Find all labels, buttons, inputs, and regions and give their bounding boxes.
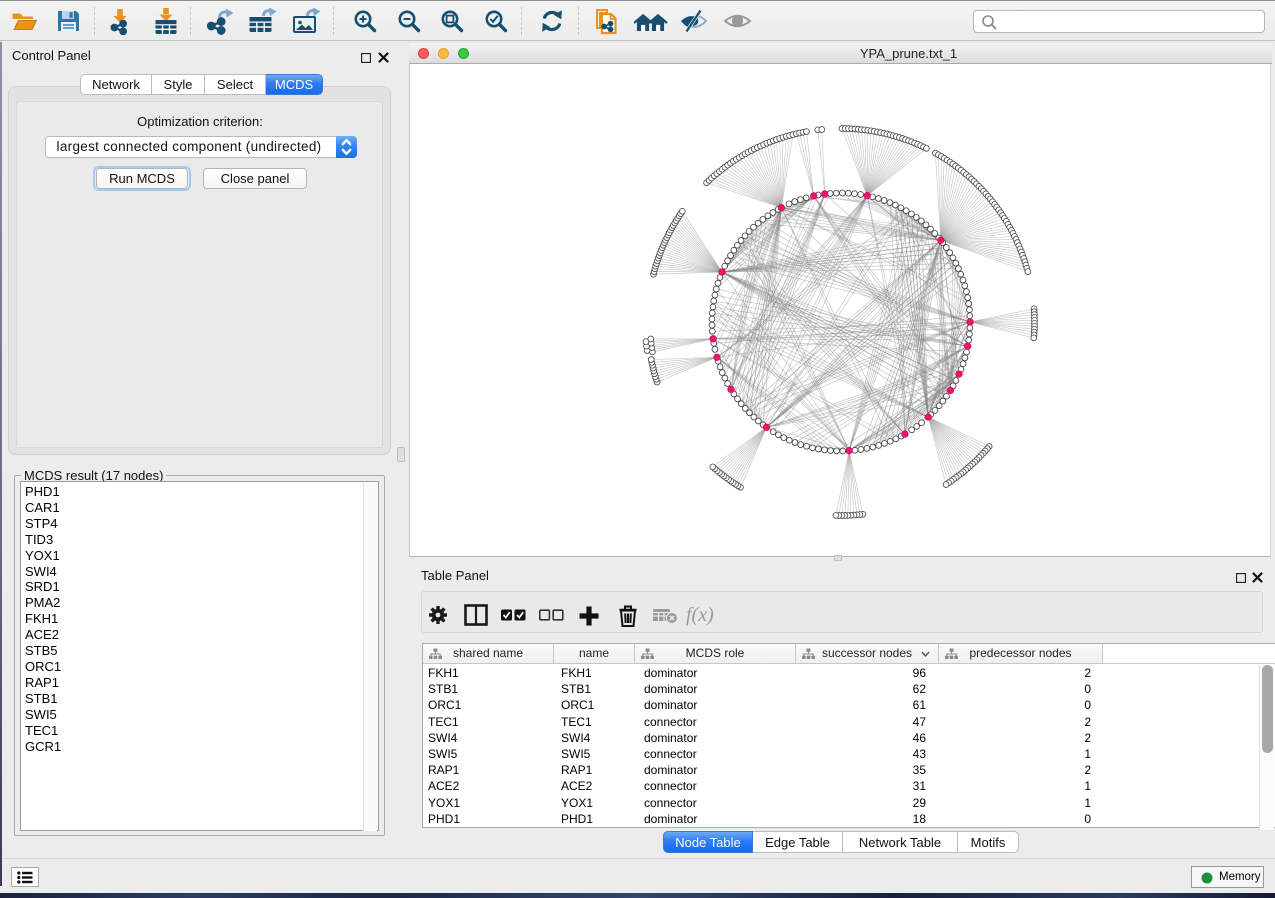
svg-text:f(x): f(x) bbox=[686, 604, 714, 626]
